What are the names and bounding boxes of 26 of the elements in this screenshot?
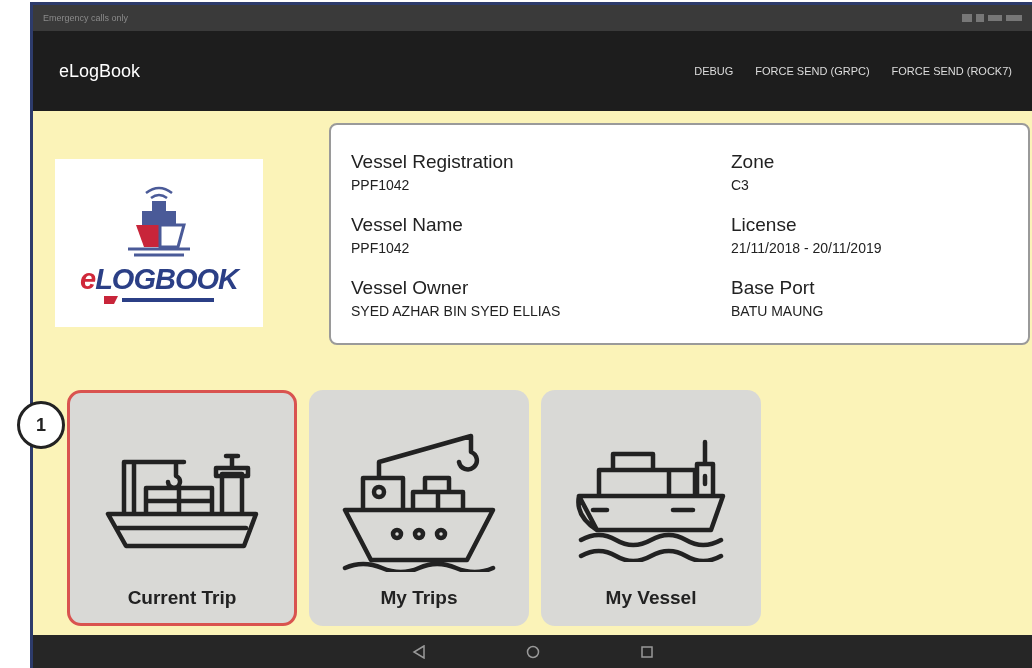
field-label: Zone xyxy=(731,151,776,174)
action-button[interactable]: FORCE SEND (GRPC) xyxy=(755,61,870,82)
action-button[interactable]: FORCE SEND (ROCK7) xyxy=(891,61,1012,82)
field-value: C3 xyxy=(731,177,750,194)
field-value: BATU MAUNG xyxy=(731,302,825,319)
home-icon[interactable] xyxy=(525,644,540,659)
callout-badge: 1 xyxy=(17,401,65,449)
field-value: PPF1042 xyxy=(351,240,411,257)
menu-tile[interactable]: My Trips xyxy=(309,390,529,627)
field-value: 21/11/2018 - 20/11/2019 xyxy=(731,240,883,257)
status-text: Emergency calls only xyxy=(43,12,129,23)
field-label: Base Port xyxy=(731,276,816,299)
menu-tile[interactable]: My Vessel xyxy=(541,390,761,627)
field-value: PPF1042 xyxy=(351,177,411,194)
field-label: Vessel Owner xyxy=(351,276,470,299)
app-title: eLogBook xyxy=(59,60,142,82)
field-value: SYED AZHAR BIN SYED ELLIAS xyxy=(351,302,562,319)
tagline-mark-icon xyxy=(104,295,214,304)
field-label: License xyxy=(731,214,798,237)
menu-tile[interactable]: Current Trip xyxy=(67,390,297,627)
back-icon[interactable] xyxy=(411,644,426,659)
status-icons xyxy=(962,12,1022,23)
overview-icon[interactable] xyxy=(639,644,654,659)
action-button[interactable]: DEBUG xyxy=(694,61,734,82)
field-label: Vessel Name xyxy=(351,214,464,237)
field-label: Vessel Registration xyxy=(351,151,515,174)
